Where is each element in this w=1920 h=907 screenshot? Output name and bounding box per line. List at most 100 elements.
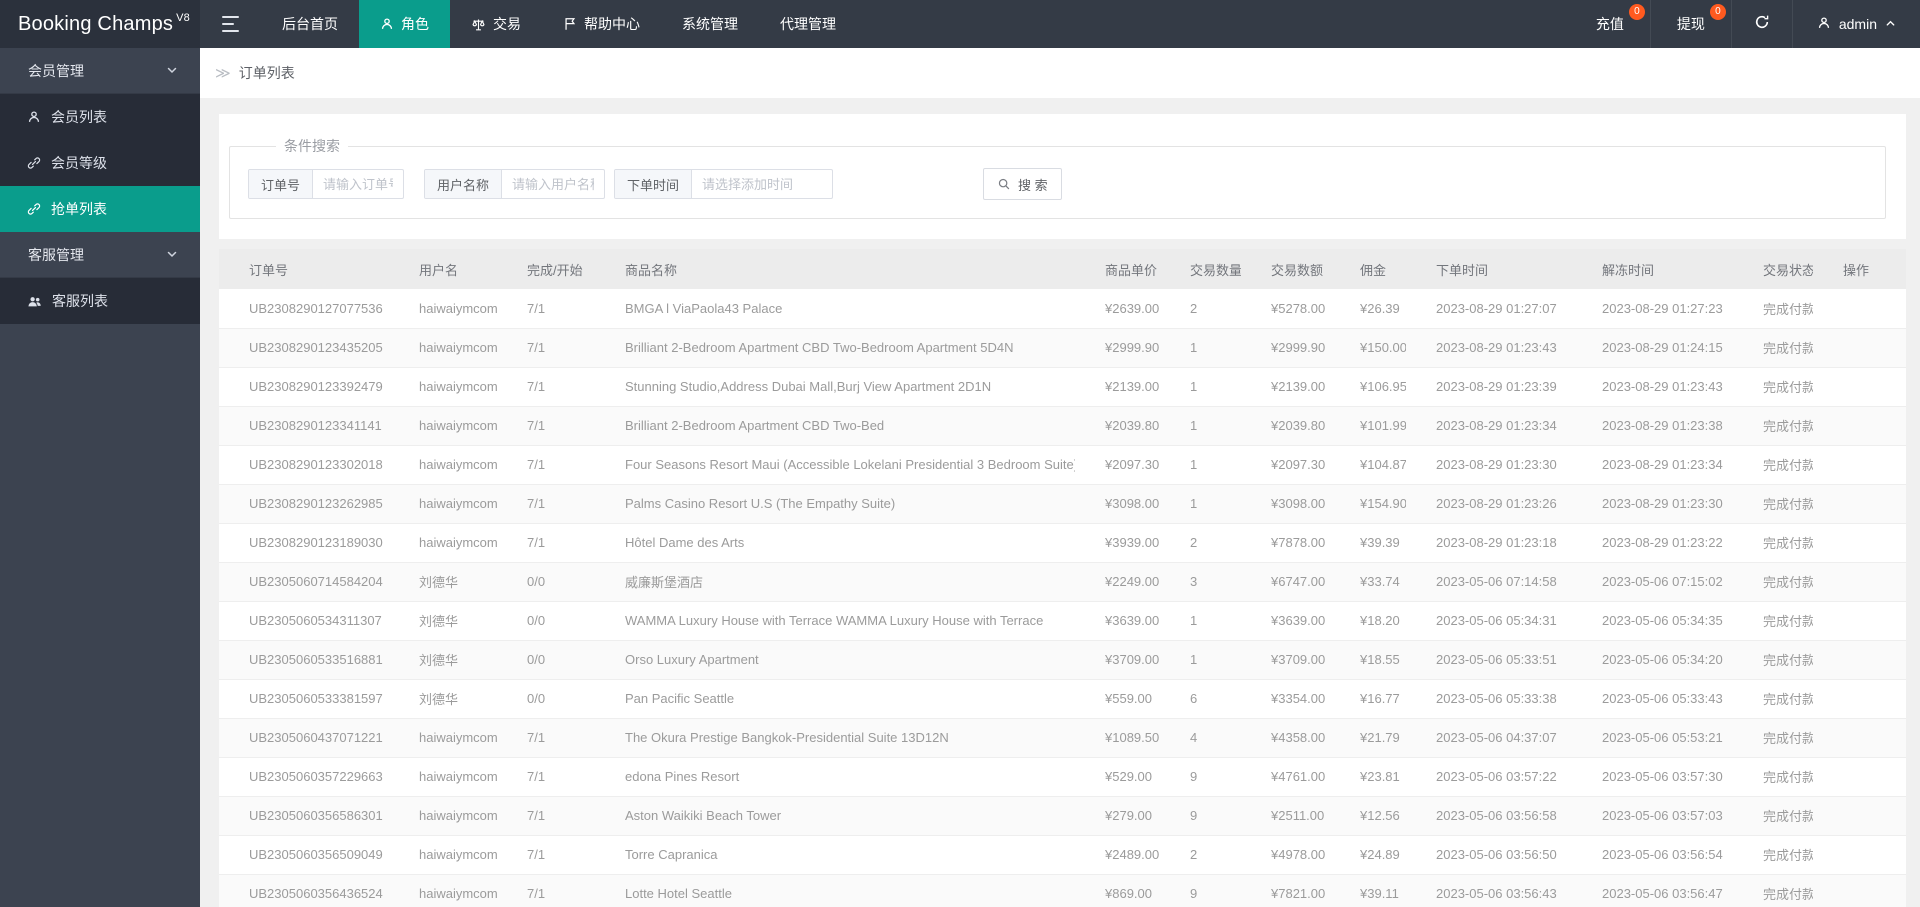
col-qty: 交易数量 <box>1160 249 1241 289</box>
cell-price: ¥3098.00 <box>1075 484 1160 524</box>
sidebar-item-member-level[interactable]: 会员等级 <box>0 140 200 186</box>
cell-order-time: 2023-08-29 01:23:43 <box>1406 328 1572 368</box>
cell-status: 完成付款 <box>1733 601 1813 641</box>
nav-item-help-center[interactable]: 帮助中心 <box>542 0 661 48</box>
order-no-input[interactable] <box>313 170 404 198</box>
cell-price: ¥2097.30 <box>1075 445 1160 485</box>
cell-price: ¥2039.80 <box>1075 406 1160 446</box>
col-amount: 交易数额 <box>1241 249 1330 289</box>
table-row: UB2308290123392479 haiwaiymcom 7/1 Stunn… <box>219 367 1906 407</box>
cell-amount: ¥3709.00 <box>1241 640 1330 680</box>
withdraw-button[interactable]: 提现 0 <box>1649 0 1731 48</box>
cell-commission: ¥154.90 <box>1330 484 1406 524</box>
search-button[interactable]: 搜 索 <box>983 168 1062 200</box>
table-row: UB2305060356586301 haiwaiymcom 7/1 Aston… <box>219 796 1906 836</box>
cell-product: Brilliant 2-Bedroom Apartment CBD Two-Be… <box>595 406 1075 446</box>
cell-action <box>1813 523 1906 563</box>
nav-item-agent[interactable]: 代理管理 <box>759 0 857 48</box>
admin-menu[interactable]: admin <box>1791 0 1920 48</box>
cell-amount: ¥4761.00 <box>1241 757 1330 797</box>
nav-item-label: 帮助中心 <box>584 16 640 32</box>
table-row: UB2308290123341141 haiwaiymcom 7/1 Brill… <box>219 406 1906 446</box>
cell-ratio: 7/1 <box>497 835 595 875</box>
sidebar-group-service-management[interactable]: 客服管理 <box>0 232 200 278</box>
refresh-button[interactable] <box>1730 0 1792 48</box>
cell-status: 完成付款 <box>1733 328 1813 368</box>
cell-username: haiwaiymcom <box>389 718 497 758</box>
cell-order-no: UB2308290123262985 <box>219 484 389 524</box>
cell-unfreeze-time: 2023-05-06 03:57:30 <box>1572 757 1733 797</box>
app-logo: Booking Champs V8 <box>0 0 200 48</box>
cell-price: ¥2139.00 <box>1075 367 1160 407</box>
order-table: 订单号 用户名 完成/开始 商品名称 商品单价 交易数量 交易数额 佣金 下单时… <box>219 249 1906 907</box>
cell-order-time: 2023-05-06 03:56:58 <box>1406 796 1572 836</box>
cell-order-no: UB2305060533381597 <box>219 679 389 719</box>
cell-ratio: 7/1 <box>497 406 595 446</box>
cell-status: 完成付款 <box>1733 484 1813 524</box>
cell-action <box>1813 601 1906 641</box>
cell-action <box>1813 718 1906 758</box>
cell-price: ¥3639.00 <box>1075 601 1160 641</box>
cell-product: Lotte Hotel Seattle <box>595 874 1075 907</box>
nav-item-label: 交易 <box>493 16 521 32</box>
order-time-input[interactable] <box>692 170 833 198</box>
cell-order-no: UB2305060534311307 <box>219 601 389 641</box>
cell-qty: 9 <box>1160 757 1241 797</box>
cell-amount: ¥3639.00 <box>1241 601 1330 641</box>
sidebar-item-member-list[interactable]: 会员列表 <box>0 94 200 140</box>
order-table-panel: 订单号 用户名 完成/开始 商品名称 商品单价 交易数量 交易数额 佣金 下单时… <box>219 249 1906 907</box>
collapse-menu-icon[interactable] <box>200 0 261 48</box>
cell-product: Orso Luxury Apartment <box>595 640 1075 680</box>
cell-order-time: 2023-05-06 03:57:22 <box>1406 757 1572 797</box>
nav-item-dashboard[interactable]: 后台首页 <box>261 0 359 48</box>
cell-ratio: 7/1 <box>497 445 595 485</box>
cell-action <box>1813 757 1906 797</box>
recharge-button[interactable]: 充值 0 <box>1570 0 1650 48</box>
cell-unfreeze-time: 2023-08-29 01:23:30 <box>1572 484 1733 524</box>
app-logo-text: Booking Champs <box>18 12 174 35</box>
cell-amount: ¥4978.00 <box>1241 835 1330 875</box>
content-area: 条件搜索 订单号 用户名称 下单时间 <box>200 98 1920 907</box>
sidebar-group-member-management[interactable]: 会员管理 <box>0 48 200 94</box>
sidebar-item-grab-order-list[interactable]: 抢单列表 <box>0 186 200 232</box>
cell-order-no: UB2305060533516881 <box>219 640 389 680</box>
sidebar-group-label: 会员管理 <box>28 62 84 79</box>
cell-price: ¥529.00 <box>1075 757 1160 797</box>
nav-item-system[interactable]: 系统管理 <box>661 0 759 48</box>
cell-commission: ¥39.11 <box>1330 874 1406 907</box>
cell-action <box>1813 328 1906 368</box>
magnifier-icon <box>997 177 1011 191</box>
cell-ratio: 7/1 <box>497 874 595 907</box>
nav-item-trade[interactable]: 交易 <box>450 0 542 48</box>
sidebar: 会员管理 会员列表 会员等级 抢单列表 客服管理 客服列表 <box>0 48 200 907</box>
cell-qty: 3 <box>1160 562 1241 602</box>
cell-action <box>1813 445 1906 485</box>
cell-status: 完成付款 <box>1733 757 1813 797</box>
nav-item-role[interactable]: 角色 <box>359 0 450 48</box>
recharge-label: 充值 <box>1595 16 1624 32</box>
cell-qty: 1 <box>1160 406 1241 446</box>
sidebar-item-service-list[interactable]: 客服列表 <box>0 278 200 324</box>
cell-status: 完成付款 <box>1733 523 1813 563</box>
cell-product: Brilliant 2-Bedroom Apartment CBD Two-Be… <box>595 328 1075 368</box>
cell-price: ¥3939.00 <box>1075 523 1160 563</box>
double-angle-right-icon: ≫ <box>215 65 231 82</box>
app-logo-version: V8 <box>176 12 190 24</box>
table-row: UB2305060534311307 刘德华 0/0 WAMMA Luxury … <box>219 601 1906 641</box>
username-input[interactable] <box>502 170 605 198</box>
condition-search-fieldset: 条件搜索 订单号 用户名称 下单时间 <box>229 136 1886 219</box>
cell-unfreeze-time: 2023-05-06 07:15:02 <box>1572 562 1733 602</box>
cell-status: 完成付款 <box>1733 835 1813 875</box>
cell-commission: ¥12.56 <box>1330 796 1406 836</box>
cell-ratio: 7/1 <box>497 718 595 758</box>
table-row: UB2305060533381597 刘德华 0/0 Pan Pacific S… <box>219 679 1906 719</box>
cell-qty: 1 <box>1160 445 1241 485</box>
cell-username: 刘德华 <box>389 601 497 641</box>
table-row: UB2305060533516881 刘德华 0/0 Orso Luxury A… <box>219 640 1906 680</box>
cell-order-no: UB2305060356436524 <box>219 874 389 907</box>
cell-order-time: 2023-08-29 01:23:34 <box>1406 406 1572 446</box>
cell-qty: 2 <box>1160 835 1241 875</box>
cell-username: 刘德华 <box>389 640 497 680</box>
cell-unfreeze-time: 2023-08-29 01:23:43 <box>1572 367 1733 407</box>
